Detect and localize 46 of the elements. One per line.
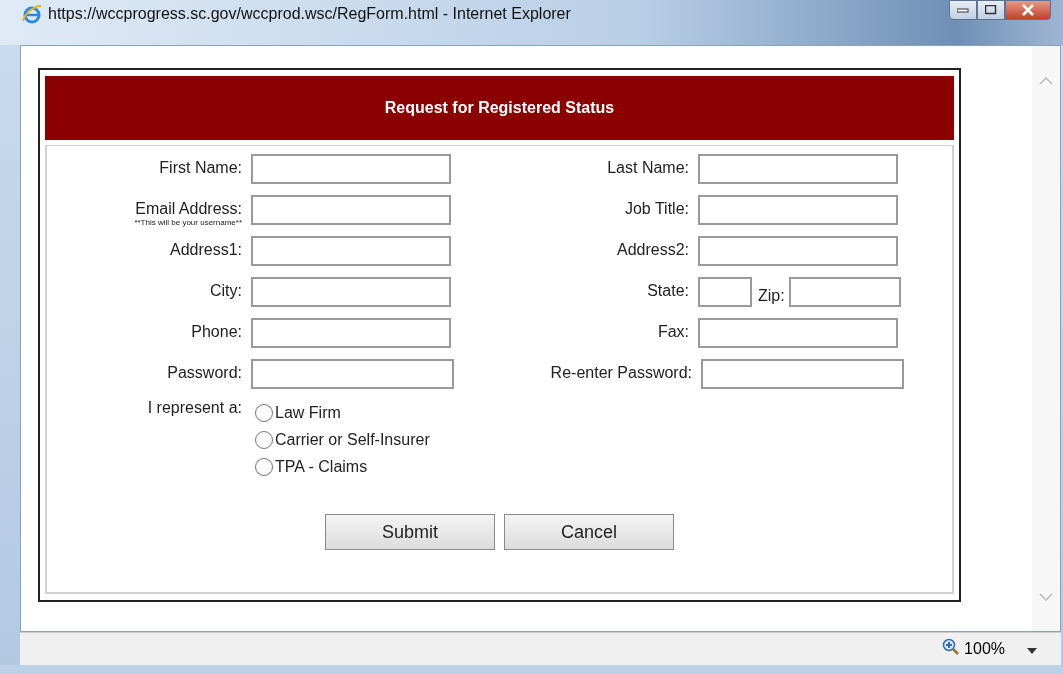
submit-button[interactable]: Submit bbox=[325, 514, 495, 550]
input-field[interactable] bbox=[701, 359, 904, 389]
maximize-button[interactable] bbox=[977, 0, 1005, 20]
field-label: Phone: bbox=[190, 322, 242, 342]
form-header: Request for Registered Status bbox=[45, 76, 954, 140]
radio-button[interactable] bbox=[255, 431, 273, 449]
input-field[interactable] bbox=[251, 318, 451, 348]
radio-option[interactable]: TPA - Claims bbox=[255, 458, 430, 476]
input-field[interactable] bbox=[251, 236, 451, 266]
field-label: Address1: bbox=[168, 240, 242, 260]
field-label: Zip: bbox=[758, 286, 785, 306]
hint-text: **This will be your username** bbox=[134, 218, 242, 227]
minimize-icon bbox=[957, 7, 969, 13]
browser-logo-icon bbox=[22, 4, 42, 24]
input-field[interactable] bbox=[251, 195, 451, 225]
input-field[interactable] bbox=[698, 277, 752, 307]
input-field[interactable] bbox=[251, 277, 451, 307]
input-field[interactable] bbox=[698, 236, 898, 266]
close-icon bbox=[1021, 4, 1035, 16]
window-title: https://wccprogress.sc.gov/wccprod.wsc/RegForm.html - Internet Explorer bbox=[48, 4, 571, 24]
input-field[interactable] bbox=[698, 195, 898, 225]
radio-button[interactable] bbox=[255, 404, 273, 422]
field-label: I represent a: bbox=[146, 399, 242, 418]
input-field[interactable] bbox=[251, 154, 451, 184]
field-label: Email Address: bbox=[135, 200, 242, 218]
maximize-icon bbox=[985, 5, 997, 15]
field-label: First Name: bbox=[158, 158, 242, 178]
field-label: State: bbox=[646, 281, 689, 301]
input-field[interactable] bbox=[698, 154, 898, 184]
input-field[interactable] bbox=[788, 277, 901, 307]
field-label: Password: bbox=[166, 363, 242, 383]
radio-option[interactable]: Law Firm bbox=[255, 404, 430, 422]
close-button[interactable] bbox=[1005, 0, 1051, 20]
field-label: Address2: bbox=[615, 240, 689, 260]
field-label: Fax: bbox=[656, 322, 689, 342]
radio-option[interactable]: Carrier or Self-Insurer bbox=[255, 431, 430, 449]
field-label: City: bbox=[209, 281, 242, 301]
minimize-button[interactable] bbox=[949, 0, 977, 20]
input-field[interactable] bbox=[251, 359, 454, 389]
field-label: Job Title: bbox=[623, 199, 689, 219]
input-field[interactable] bbox=[698, 318, 898, 348]
radio-button[interactable] bbox=[255, 458, 273, 476]
field-label: Last Name: bbox=[606, 158, 689, 178]
cancel-button[interactable]: Cancel bbox=[504, 514, 674, 550]
zoom-level[interactable]: 100% bbox=[964, 640, 1005, 658]
field-label: Re-enter Password: bbox=[549, 363, 692, 383]
